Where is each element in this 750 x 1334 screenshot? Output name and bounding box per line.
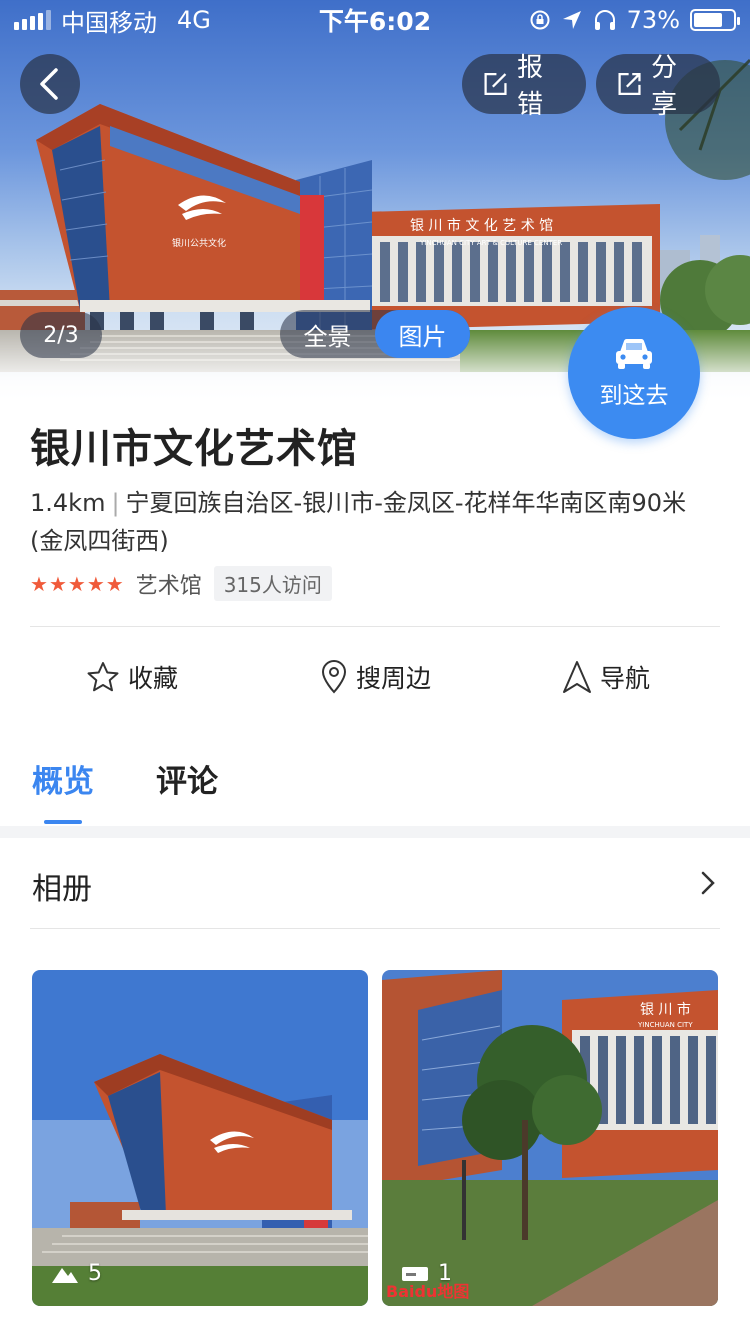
navigate-label: 导航: [600, 664, 651, 693]
navigate-button[interactable]: 导航: [562, 630, 650, 724]
album-photo-building: [32, 970, 368, 1306]
star-icon: ★: [105, 571, 124, 596]
place-address-line: 1.4km | 宁夏回族自治区-银川市-金凤区-花样年华南区南90米(金凤四街西): [30, 484, 710, 560]
status-bar: 中国移动 4G 下午6:02 73%: [0, 0, 750, 40]
share-label: 分享: [651, 53, 678, 120]
tab-comments[interactable]: 评论: [156, 756, 218, 801]
report-error-button[interactable]: 报错: [462, 53, 586, 120]
facade-logo-text: 银川公共文化: [172, 237, 226, 249]
favorite-button[interactable]: 收藏: [86, 630, 178, 724]
star-icon: ★: [48, 571, 67, 596]
back-button[interactable]: [20, 54, 80, 114]
share-button[interactable]: 分享: [596, 53, 720, 120]
edit-icon: [484, 72, 507, 96]
map-pin-icon: [321, 659, 347, 694]
baidu-watermark: Baidu地图: [386, 1282, 470, 1301]
chevron-right-icon[interactable]: [700, 870, 716, 896]
star-icon: ★: [67, 571, 86, 596]
sign-text-en: YINCHUAN CITY: [637, 1021, 693, 1029]
photo-counter: 2/3: [20, 312, 102, 358]
car-icon: [616, 338, 652, 369]
view-option-panorama[interactable]: 全景: [280, 310, 375, 358]
divider: [30, 928, 720, 929]
facade-chinese-text: 银 川 市 文 化 艺 术 馆: [410, 217, 553, 234]
tab-overview[interactable]: 概览: [32, 756, 94, 801]
tab-bar: 概览 评论: [0, 748, 750, 828]
facade-english-text: YINCHUAN CITY ART & CULTURE CENTER: [419, 239, 562, 247]
report-error-label: 报错: [517, 53, 544, 120]
album-title[interactable]: 相册: [32, 864, 92, 908]
favorite-label: 收藏: [128, 664, 179, 693]
photo-count: 5: [88, 1261, 102, 1286]
section-separator: [0, 826, 750, 838]
category: 艺术馆: [135, 573, 202, 599]
album-photo[interactable]: 银 川 市 YINCHUAN CITY 1 Baidu地图: [382, 970, 718, 1306]
star-outline-icon: [87, 662, 119, 692]
navigation-arrow-icon: [563, 661, 591, 693]
status-time: 下午6:02: [318, 7, 432, 36]
star-icon: ★: [86, 571, 105, 596]
sign-text: 银 川 市: [640, 1001, 691, 1018]
action-bar: 收藏 搜周边 导航: [0, 630, 750, 724]
go-here-button[interactable]: 到这去: [568, 307, 700, 439]
separator: |: [111, 489, 120, 517]
battery-icon: [690, 9, 740, 31]
album-photo-street: 银 川 市 YINCHUAN CITY: [382, 970, 718, 1306]
divider: [30, 626, 720, 627]
place-meta: ★ ★ ★ ★ ★ 艺术馆 315人访问: [30, 566, 332, 601]
share-icon: [618, 72, 641, 96]
photo-count-badge: 5: [50, 1261, 102, 1286]
view-option-photos[interactable]: 图片: [375, 310, 470, 358]
search-nearby-button[interactable]: 搜周边: [320, 630, 431, 724]
distance: 1.4km: [30, 489, 106, 517]
view-toggle[interactable]: 全景 图片: [280, 310, 470, 358]
place-name: 银川市文化艺术馆: [30, 426, 358, 472]
address: 宁夏回族自治区-银川市-金凤区-花样年华南区南90米(金凤四街西): [30, 489, 687, 555]
go-here-label: 到这去: [599, 383, 669, 409]
search-nearby-label: 搜周边: [356, 664, 432, 693]
rating-stars: ★ ★ ★ ★ ★: [30, 574, 124, 594]
mountain-icon: [52, 1267, 78, 1283]
visit-count-badge: 315人访问: [213, 566, 332, 601]
active-tab-indicator: [44, 820, 82, 824]
album-photo[interactable]: 5: [32, 970, 368, 1306]
chevron-left-icon: [40, 68, 58, 100]
star-icon: ★: [30, 571, 48, 596]
